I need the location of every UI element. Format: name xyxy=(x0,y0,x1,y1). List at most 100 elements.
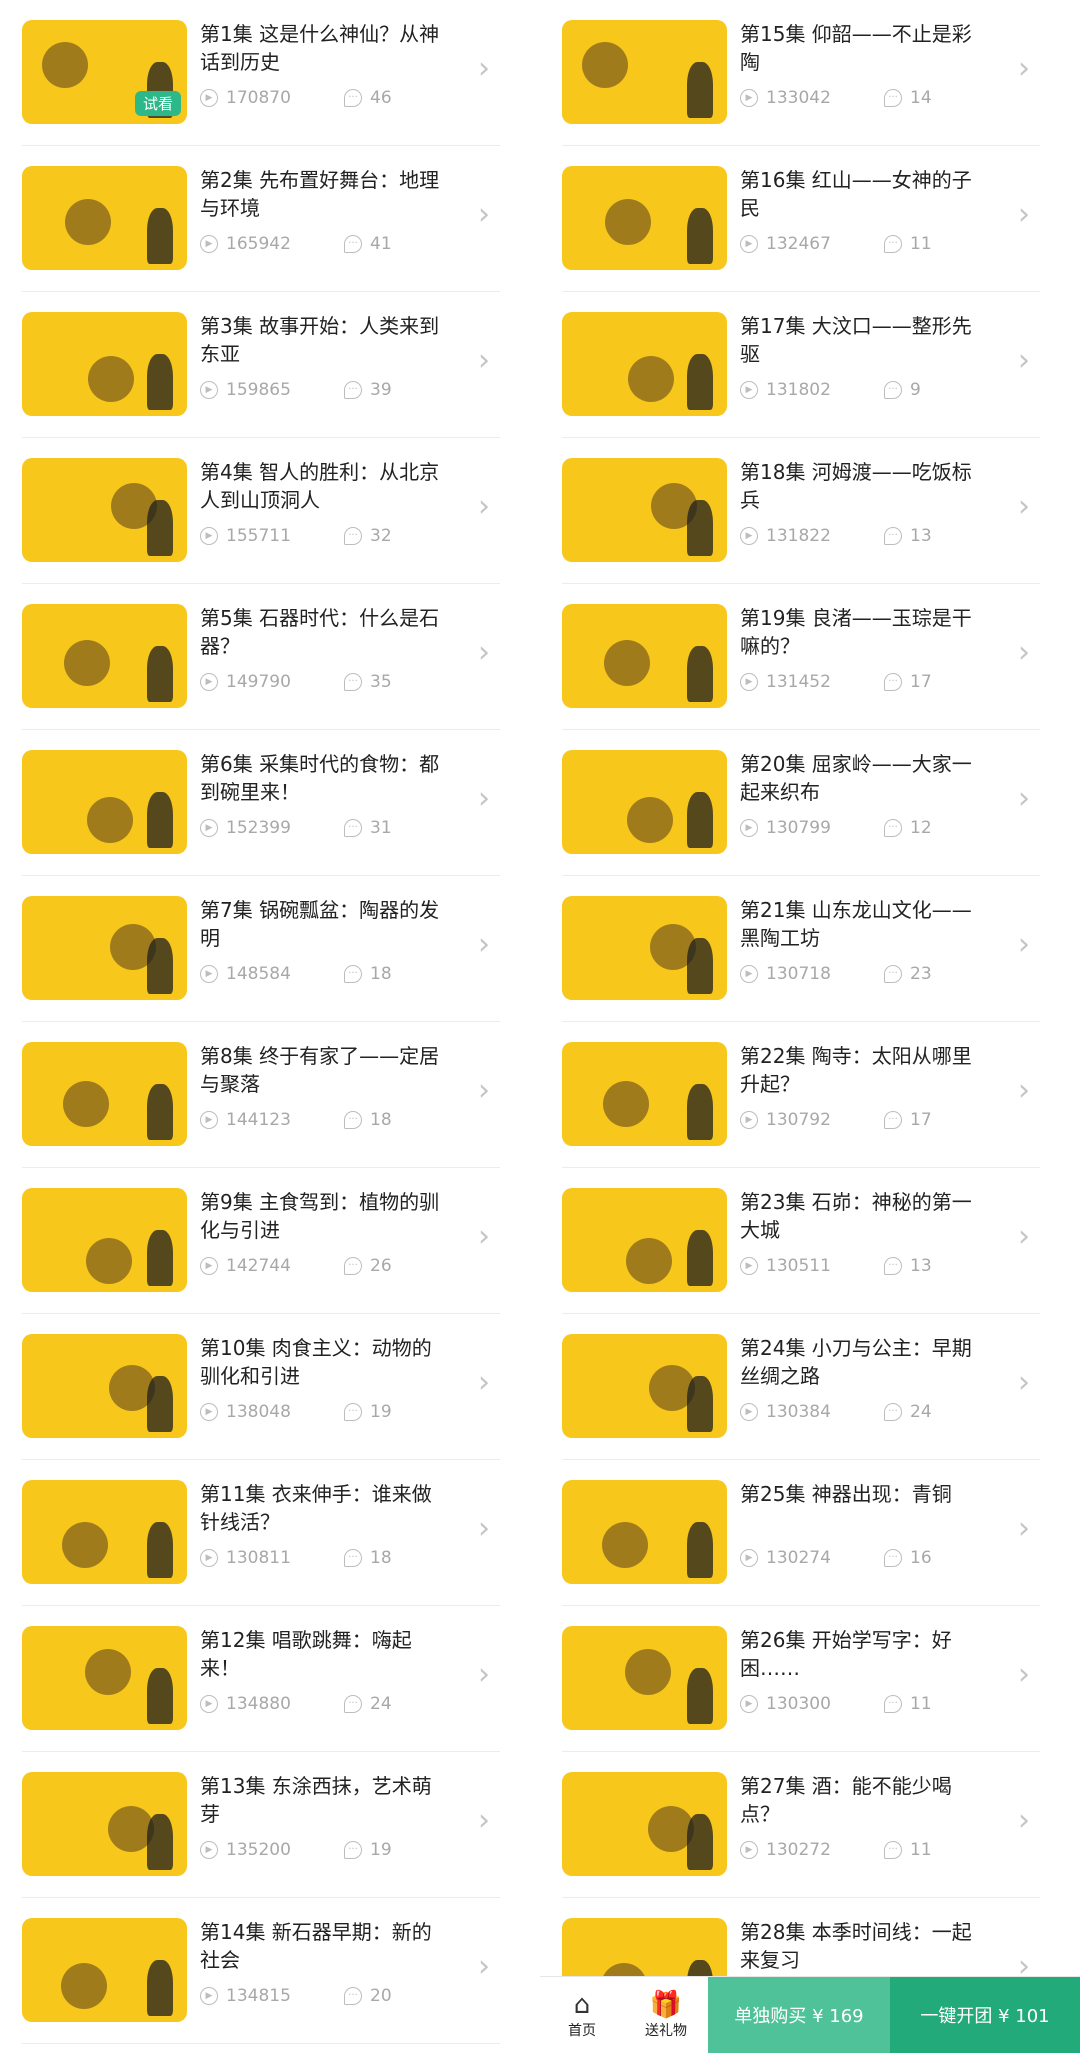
episode-title: 第3集 故事开始：人类来到东亚 xyxy=(200,314,440,366)
comment-icon: ··· xyxy=(344,527,362,545)
play-icon: ▶ xyxy=(200,1695,218,1713)
episode-item[interactable]: 第21集 山东龙山文化——黑陶工坊 ▶ 130718 ··· 23 › xyxy=(562,876,1040,1022)
comment-count: 13 xyxy=(910,1256,932,1276)
comment-count: 18 xyxy=(370,1548,392,1568)
episode-item[interactable]: 第26集 开始学写字：好困…… ▶ 130300 ··· 11 › xyxy=(562,1606,1040,1752)
home-label: 首页 xyxy=(568,2023,596,2039)
chevron-right-icon: › xyxy=(1018,1803,1030,1838)
episode-thumbnail xyxy=(22,1480,187,1584)
episode-item[interactable]: 第13集 东涂西抹，艺术萌芽 ▶ 135200 ··· 19 › xyxy=(22,1752,500,1898)
episode-list-left: 试看 第1集 这是什么神仙？从神话到历史 ▶ 170870 ··· 46 › 第2集 先布置好… xyxy=(0,0,528,2044)
episode-meta: ▶ 131802 ··· 9 xyxy=(740,380,921,400)
comment-count: 46 xyxy=(370,88,392,108)
comment-count: 26 xyxy=(370,1256,392,1276)
episode-item[interactable]: 第23集 石峁：神秘的第一大城 ▶ 130511 ··· 13 › xyxy=(562,1168,1040,1314)
episode-title: 第2集 先布置好舞台：地理与环境 xyxy=(200,168,440,220)
play-icon: ▶ xyxy=(740,673,758,691)
play-count: 131822 xyxy=(766,526,831,546)
episode-meta: ▶ 134815 ··· 20 xyxy=(200,1986,392,2006)
chevron-right-icon: › xyxy=(478,343,490,378)
trial-badge: 试看 xyxy=(134,91,181,116)
comment-icon: ··· xyxy=(884,1695,902,1713)
buy-group-button[interactable]: 一键开团 ¥ 101 xyxy=(890,1977,1080,2053)
chevron-right-icon: › xyxy=(1018,197,1030,232)
episode-meta: ▶ 144123 ··· 18 xyxy=(200,1110,392,1130)
gift-label: 送礼物 xyxy=(645,2023,687,2039)
episode-title: 第16集 红山——女神的子民 xyxy=(740,168,972,220)
episode-item[interactable]: 第18集 河姆渡——吃饭标兵 ▶ 131822 ··· 13 › xyxy=(562,438,1040,584)
episode-title: 第23集 石峁：神秘的第一大城 xyxy=(740,1190,972,1242)
episode-thumbnail xyxy=(562,750,727,854)
episode-item[interactable]: 第12集 唱歌跳舞：嗨起来！ ▶ 134880 ··· 24 › xyxy=(22,1606,500,1752)
play-count: 130718 xyxy=(766,964,831,984)
episode-item[interactable]: 第6集 采集时代的食物：都到碗里来！ ▶ 152399 ··· 31 › xyxy=(22,730,500,876)
episode-item[interactable]: 第9集 主食驾到：植物的驯化与引进 ▶ 142744 ··· 26 › xyxy=(22,1168,500,1314)
episode-item[interactable]: 试看 第1集 这是什么神仙？从神话到历史 ▶ 170870 ··· 46 › xyxy=(22,0,500,146)
episode-item[interactable]: 第7集 锅碗瓢盆：陶器的发明 ▶ 148584 ··· 18 › xyxy=(22,876,500,1022)
episode-item[interactable]: 第25集 神器出现：青铜 ▶ 130274 ··· 16 › xyxy=(562,1460,1040,1606)
chevron-right-icon: › xyxy=(478,51,490,86)
episode-item[interactable]: 第15集 仰韶——不止是彩陶 ▶ 133042 ··· 14 › xyxy=(562,0,1040,146)
comment-icon: ··· xyxy=(884,1257,902,1275)
play-icon: ▶ xyxy=(200,1111,218,1129)
comment-icon: ··· xyxy=(344,1695,362,1713)
episode-item[interactable]: 第16集 红山——女神的子民 ▶ 132467 ··· 11 › xyxy=(562,146,1040,292)
chevron-right-icon: › xyxy=(478,197,490,232)
chevron-right-icon: › xyxy=(478,1803,490,1838)
comment-count: 17 xyxy=(910,672,932,692)
comment-count: 31 xyxy=(370,818,392,838)
episode-meta: ▶ 138048 ··· 19 xyxy=(200,1402,392,1422)
episode-item[interactable]: 第20集 屈家岭——大家一起来织布 ▶ 130799 ··· 12 › xyxy=(562,730,1040,876)
episode-item[interactable]: 第5集 石器时代：什么是石器？ ▶ 149790 ··· 35 › xyxy=(22,584,500,730)
play-count: 152399 xyxy=(226,818,291,838)
comment-icon: ··· xyxy=(344,1111,362,1129)
chevron-right-icon: › xyxy=(478,1511,490,1546)
episode-item[interactable]: 第17集 大汶口——整形先驱 ▶ 131802 ··· 9 › xyxy=(562,292,1040,438)
episode-meta: ▶ 130272 ··· 11 xyxy=(740,1840,932,1860)
episode-thumbnail xyxy=(22,1042,187,1146)
play-icon: ▶ xyxy=(200,1403,218,1421)
play-count: 131452 xyxy=(766,672,831,692)
home-icon: ⌂ xyxy=(573,1990,591,2020)
episode-item[interactable]: 第8集 终于有家了——定居与聚落 ▶ 144123 ··· 18 › xyxy=(22,1022,500,1168)
comment-count: 11 xyxy=(910,234,932,254)
comment-count: 11 xyxy=(910,1840,932,1860)
play-count: 148584 xyxy=(226,964,291,984)
comment-icon: ··· xyxy=(884,235,902,253)
play-icon: ▶ xyxy=(200,673,218,691)
chevron-right-icon: › xyxy=(1018,635,1030,670)
episode-item[interactable]: 第11集 衣来伸手：谁来做针线活？ ▶ 130811 ··· 18 › xyxy=(22,1460,500,1606)
episode-thumbnail xyxy=(22,1334,187,1438)
episode-item[interactable]: 第22集 陶寺：太阳从哪里升起？ ▶ 130792 ··· 17 › xyxy=(562,1022,1040,1168)
play-count: 132467 xyxy=(766,234,831,254)
gift-button[interactable]: 🎁 送礼物 xyxy=(624,1977,708,2053)
chevron-right-icon: › xyxy=(1018,927,1030,962)
chevron-right-icon: › xyxy=(478,489,490,524)
episode-title: 第24集 小刀与公主：早期丝绸之路 xyxy=(740,1336,972,1388)
episode-thumbnail xyxy=(22,312,187,416)
episode-item[interactable]: 第4集 智人的胜利：从北京人到山顶洞人 ▶ 155711 ··· 32 › xyxy=(22,438,500,584)
episode-thumbnail xyxy=(562,1480,727,1584)
episode-thumbnail xyxy=(22,1918,187,2022)
episode-meta: ▶ 155711 ··· 32 xyxy=(200,526,392,546)
play-icon: ▶ xyxy=(200,819,218,837)
episode-item[interactable]: 第24集 小刀与公主：早期丝绸之路 ▶ 130384 ··· 24 › xyxy=(562,1314,1040,1460)
buy-single-button[interactable]: 单独购买 ¥ 169 xyxy=(708,1977,890,2053)
episode-item[interactable]: 第10集 肉食主义：动物的驯化和引进 ▶ 138048 ··· 19 › xyxy=(22,1314,500,1460)
episode-meta: ▶ 170870 ··· 46 xyxy=(200,88,392,108)
home-button[interactable]: ⌂ 首页 xyxy=(540,1977,624,2053)
episode-title: 第13集 东涂西抹，艺术萌芽 xyxy=(200,1774,432,1826)
comment-count: 24 xyxy=(910,1402,932,1422)
play-icon: ▶ xyxy=(200,1987,218,2005)
episode-item[interactable]: 第3集 故事开始：人类来到东亚 ▶ 159865 ··· 39 › xyxy=(22,292,500,438)
episode-thumbnail xyxy=(562,896,727,1000)
chevron-right-icon: › xyxy=(1018,1657,1030,1692)
episode-item[interactable]: 第14集 新石器早期：新的社会 ▶ 134815 ··· 20 › xyxy=(22,1898,500,2044)
episode-item[interactable]: 第2集 先布置好舞台：地理与环境 ▶ 165942 ··· 41 › xyxy=(22,146,500,292)
comment-count: 32 xyxy=(370,526,392,546)
episode-item[interactable]: 第19集 良渚——玉琮是干嘛的？ ▶ 131452 ··· 17 › xyxy=(562,584,1040,730)
episode-item[interactable]: 第27集 酒：能不能少喝点？ ▶ 130272 ··· 11 › xyxy=(562,1752,1040,1898)
play-count: 155711 xyxy=(226,526,291,546)
play-count: 134880 xyxy=(226,1694,291,1714)
comment-count: 19 xyxy=(370,1840,392,1860)
